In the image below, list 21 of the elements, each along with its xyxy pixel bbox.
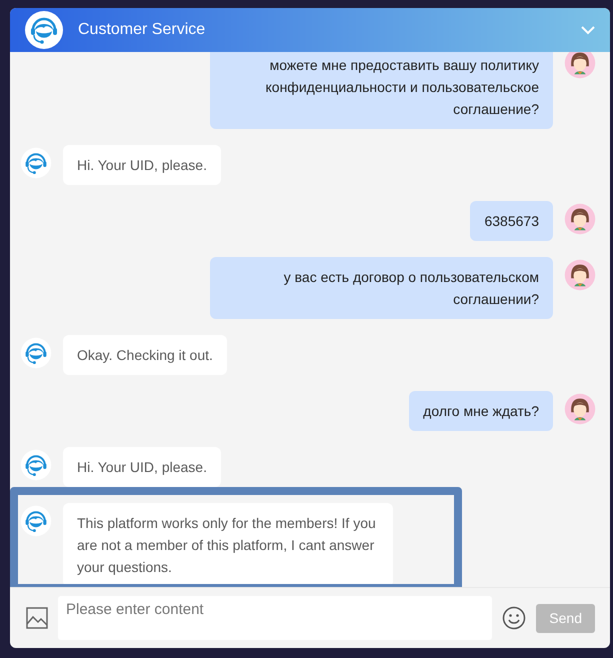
header-title: Customer Service: [78, 21, 206, 39]
user-avatar-icon: [564, 52, 596, 79]
user-message-bubble: у вас есть договор о пользовательском соглашении?: [210, 257, 553, 319]
agent-avatar-icon: [20, 449, 52, 481]
user-avatar-icon: [564, 203, 596, 235]
emoji-icon[interactable]: [502, 606, 526, 630]
agent-avatar-icon: [20, 147, 52, 179]
agent-message-bubble: This platform works only for the members! If you are not a member of this platform, I cant answer your questions.: [63, 503, 393, 587]
user-avatar-icon: [564, 259, 596, 291]
agent-avatar-icon: [24, 10, 64, 50]
user-message-bubble: 6385673: [470, 201, 553, 241]
agent-message-bubble: Hi. Your UID, please.: [63, 447, 221, 487]
agent-avatar-icon: [20, 505, 52, 537]
user-message-bubble: можете мне предоставить вашу политику конфиденциальности и пользовательское соглашение?: [210, 52, 553, 129]
agent-message-bubble: Okay. Checking it out.: [63, 335, 227, 375]
image-icon[interactable]: [26, 607, 48, 629]
agent-message-bubble: Hi. Your UID, please.: [63, 145, 221, 185]
user-message-bubble: долго мне ждать?: [409, 391, 553, 431]
message-input-field[interactable]: Please enter content: [58, 596, 492, 640]
user-avatar-icon: [564, 393, 596, 425]
agent-avatar-icon: [20, 337, 52, 369]
